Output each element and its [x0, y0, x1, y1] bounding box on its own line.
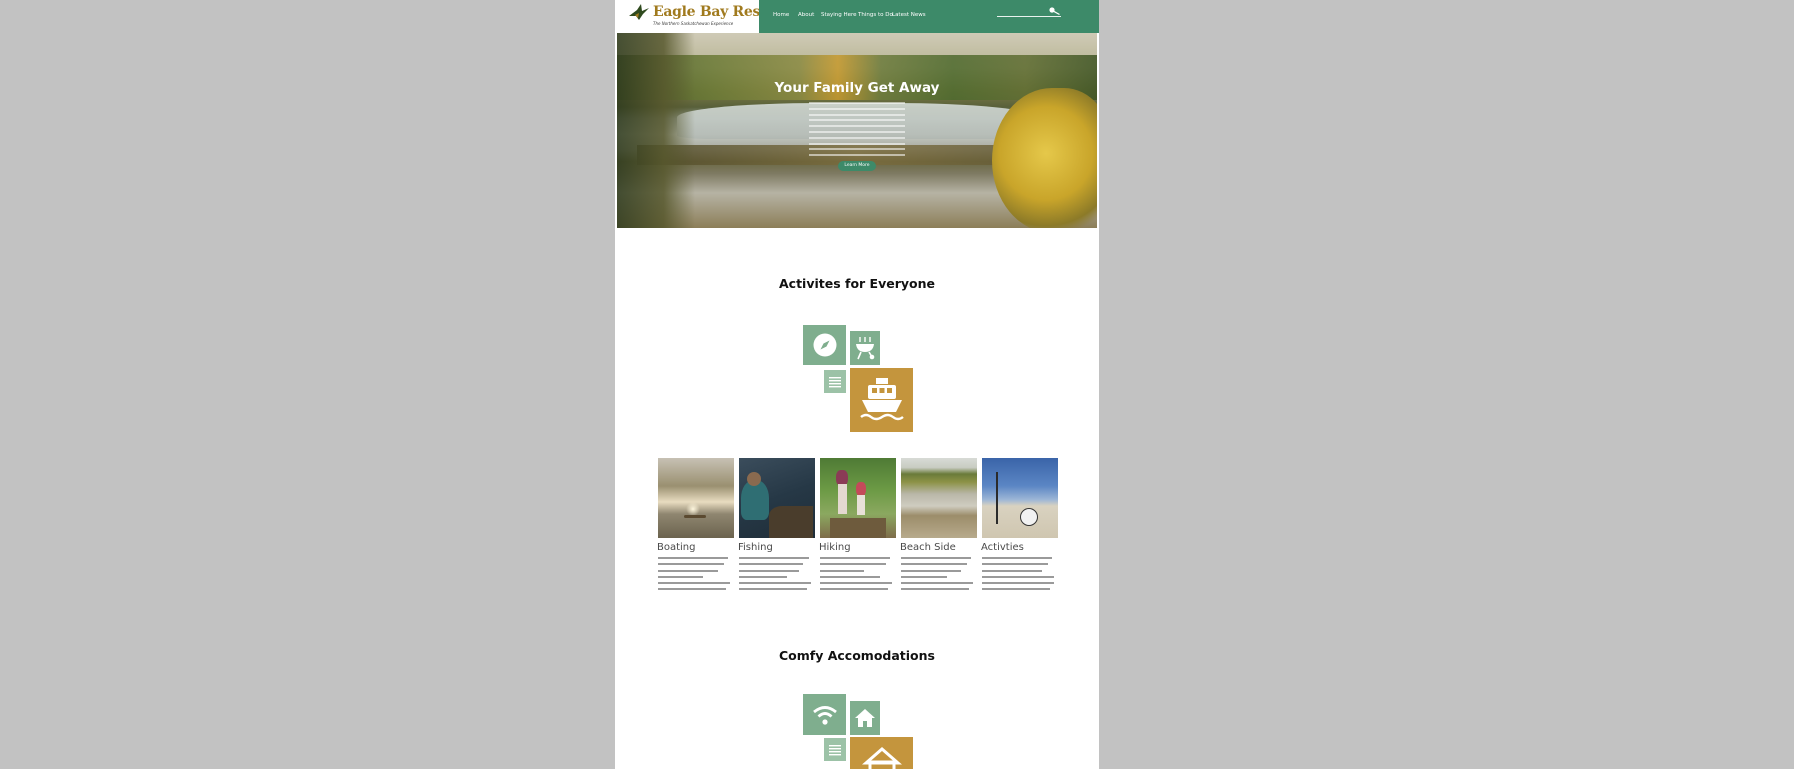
boat-icon: [859, 378, 904, 421]
logo[interactable]: Eagle Bay Resort The Northern Saskatchew…: [617, 0, 783, 33]
nav-latest-news[interactable]: Latest News: [892, 12, 926, 18]
house-icon: [855, 709, 875, 727]
main-nav: Home About Staying Here Things to Do Lat…: [759, 0, 1099, 33]
hero-banner: Your Family Get Away Learn More: [617, 33, 1097, 228]
card-text: [901, 557, 977, 591]
boating-photo[interactable]: [658, 458, 734, 538]
grill-icon: [856, 337, 875, 360]
card-text: [982, 557, 1058, 591]
page: Eagle Bay Resort The Northern Saskatchew…: [615, 0, 1099, 769]
list-tile: [824, 370, 846, 393]
nav-home[interactable]: Home: [773, 12, 789, 18]
beach-side-photo[interactable]: [901, 458, 977, 538]
fishing-photo[interactable]: [739, 458, 815, 538]
card-text: [820, 557, 896, 591]
activity-card-activities[interactable]: Activties: [981, 458, 1058, 595]
home-tile: [850, 737, 913, 769]
hero-left-trees: [617, 33, 695, 228]
activities-title: Activites for Everyone: [778, 276, 935, 291]
card-title: Beach Side: [900, 542, 956, 553]
search-icon[interactable]: [1047, 6, 1061, 16]
activity-card-boating[interactable]: Boating: [657, 458, 734, 595]
hero-body-text: [809, 102, 905, 160]
card-text: [658, 557, 734, 591]
eagle-icon: [629, 4, 649, 20]
compass-icon: [813, 333, 836, 357]
hiking-photo[interactable]: [820, 458, 896, 538]
learn-more-button[interactable]: Learn More: [838, 161, 876, 171]
list-tile-2: [824, 738, 846, 761]
brand-tagline: The Northern Saskatchewan Experience: [653, 21, 734, 26]
nav-about[interactable]: About: [798, 12, 814, 18]
accommodations-title: Comfy Accomodations: [779, 648, 935, 663]
card-title: Boating: [657, 542, 696, 553]
activities-photo[interactable]: [982, 458, 1058, 538]
compass-tile: [803, 325, 846, 365]
wifi-tile: [803, 694, 846, 735]
list-icon: [829, 744, 841, 755]
card-title: Hiking: [819, 542, 851, 553]
hero-title: Your Family Get Away: [774, 80, 940, 96]
activity-card-fishing[interactable]: Fishing: [738, 458, 815, 595]
nav-staying-here[interactable]: Staying Here: [821, 12, 857, 18]
grill-tile: [850, 331, 880, 365]
house-tile: [850, 701, 880, 735]
search-input[interactable]: [997, 16, 1061, 17]
wifi-icon: [812, 705, 837, 725]
card-text: [739, 557, 815, 591]
boat-tile: [850, 368, 913, 432]
nav-things-to-do[interactable]: Things to Do: [858, 12, 893, 18]
card-title: Fishing: [738, 542, 773, 553]
card-title: Activties: [981, 542, 1024, 553]
activity-card-beach-side[interactable]: Beach Side: [900, 458, 977, 595]
home-icon: [861, 747, 902, 769]
list-icon: [829, 376, 841, 387]
activity-card-hiking[interactable]: Hiking: [819, 458, 896, 595]
site-header: Eagle Bay Resort The Northern Saskatchew…: [615, 0, 1099, 33]
